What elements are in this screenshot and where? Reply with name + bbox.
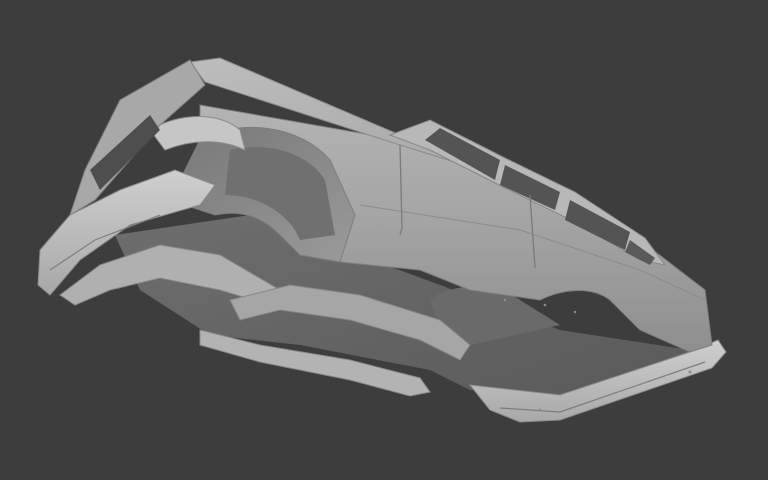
car-body-render <box>37 57 727 423</box>
3d-viewport[interactable] <box>0 0 768 480</box>
